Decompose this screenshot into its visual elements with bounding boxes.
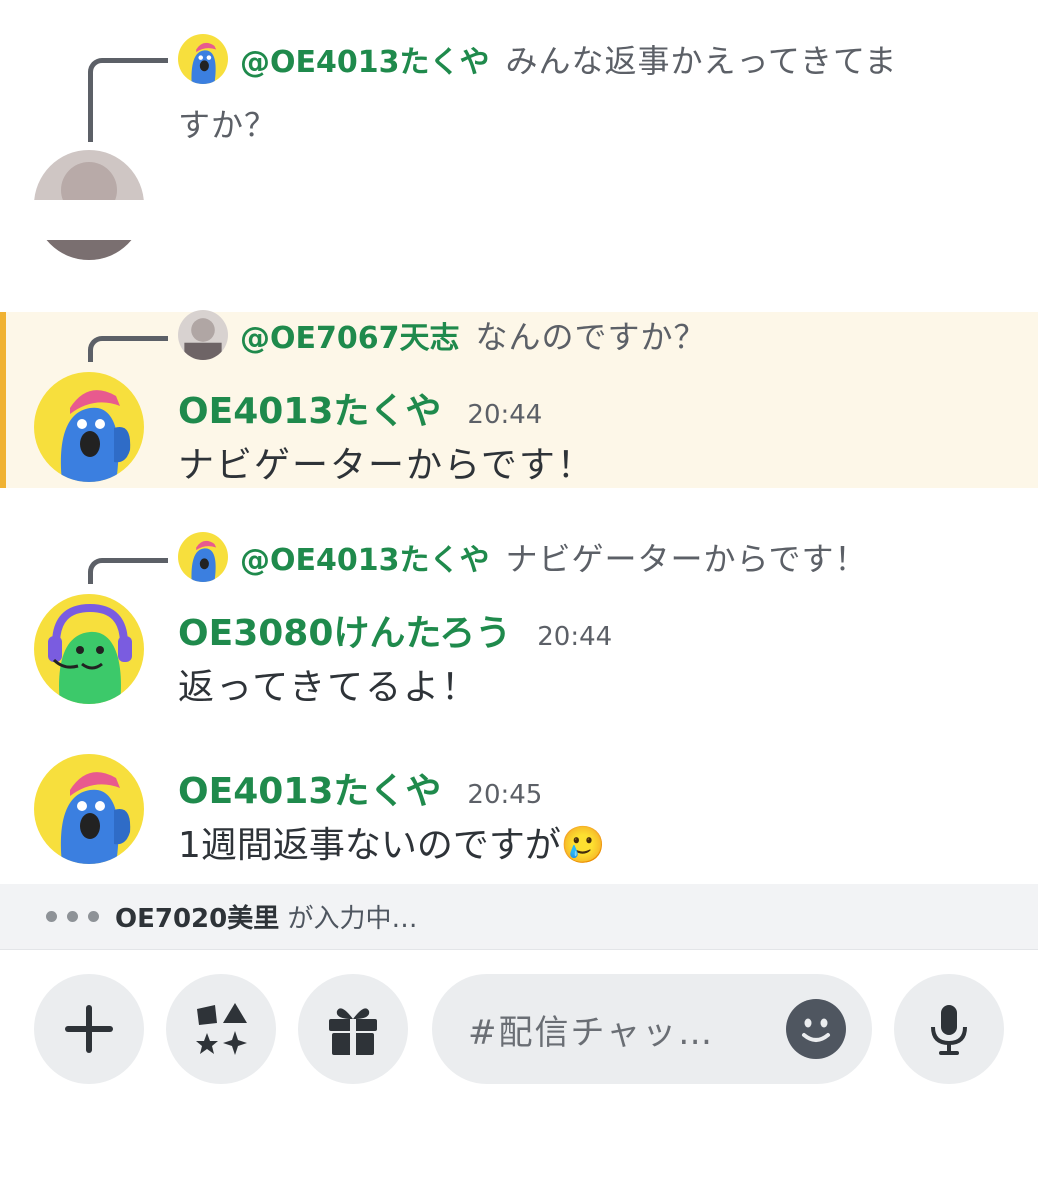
author-name[interactable]: OE4013たくや bbox=[178, 762, 441, 814]
reply-mention[interactable]: @OE4013たくや bbox=[240, 535, 490, 579]
message-text-content: 1週間返事ないのですが bbox=[178, 825, 561, 866]
reply-text-continued: すか？ bbox=[178, 106, 278, 144]
emoji-icon bbox=[802, 1018, 830, 1042]
gift-icon bbox=[329, 1008, 377, 1055]
apps-icon bbox=[196, 1003, 247, 1055]
typing-dots-icon bbox=[46, 911, 99, 922]
gift-button[interactable] bbox=[298, 974, 408, 1084]
crying-smile-emoji: 🥲 bbox=[560, 825, 606, 866]
plus-icon bbox=[65, 1005, 113, 1053]
message-input[interactable]: #配信チャッ… bbox=[432, 974, 872, 1084]
apps-button[interactable] bbox=[166, 974, 276, 1084]
reply-mention[interactable]: @OE7067天志 bbox=[240, 313, 460, 357]
reply-preview[interactable]: @OE7067天志 なんのですか？ bbox=[178, 310, 707, 360]
photo-avatar-icon bbox=[178, 310, 228, 360]
message-text: 1週間返事ないのですが🥲 bbox=[178, 816, 606, 868]
reply-connector bbox=[88, 558, 168, 584]
author-name[interactable]: OE4013たくや bbox=[178, 382, 441, 434]
user-avatar[interactable] bbox=[34, 372, 144, 482]
message-text: 返ってきてるよ！ bbox=[178, 667, 480, 708]
message-header: OE4013たくや 20:44 bbox=[178, 382, 542, 434]
reply-connector bbox=[88, 58, 168, 142]
add-attachment-button[interactable] bbox=[34, 974, 144, 1084]
emoji-button[interactable] bbox=[786, 999, 846, 1059]
user-avatar[interactable] bbox=[34, 754, 144, 864]
message-text: ナビゲーターからです！ bbox=[178, 445, 595, 486]
reply-avatar bbox=[178, 532, 228, 582]
message-input-placeholder: #配信チャッ… bbox=[468, 1012, 715, 1053]
timestamp: 20:45 bbox=[467, 780, 543, 810]
typing-user: OE7020美里 bbox=[115, 904, 280, 934]
blue-character-avatar-icon bbox=[34, 372, 144, 482]
reply-text: なんのですか？ bbox=[475, 318, 707, 356]
user-avatar[interactable] bbox=[34, 594, 144, 704]
reply-mention[interactable]: @OE4013たくや bbox=[240, 37, 490, 81]
reply-text: ナビゲーターからです！ bbox=[505, 540, 868, 578]
typing-indicator: OE7020美里 が入力中… bbox=[0, 884, 1038, 950]
blue-character-avatar-icon bbox=[178, 34, 228, 84]
reply-text: みんな返事かえってきてま bbox=[505, 42, 898, 80]
green-character-avatar-icon bbox=[34, 594, 144, 704]
reply-connector bbox=[88, 336, 168, 362]
reply-preview[interactable]: @OE4013たくや ナビゲーターからです！ bbox=[178, 532, 868, 582]
voice-message-button[interactable] bbox=[894, 974, 1004, 1084]
microphone-icon bbox=[931, 1005, 967, 1055]
blue-character-avatar-icon bbox=[34, 754, 144, 864]
timestamp: 20:44 bbox=[467, 400, 543, 430]
obscured-overlay bbox=[34, 200, 454, 240]
reply-avatar bbox=[178, 34, 228, 84]
reply-avatar bbox=[178, 310, 228, 360]
message-header: OE3080けんたろう 20:44 bbox=[178, 604, 612, 656]
reply-preview[interactable]: @OE4013たくや みんな返事かえってきてま bbox=[178, 34, 897, 84]
message-header: OE4013たくや 20:45 bbox=[178, 762, 542, 814]
blue-character-avatar-icon bbox=[178, 532, 228, 582]
typing-suffix: が入力中… bbox=[279, 904, 418, 934]
author-name[interactable]: OE3080けんたろう bbox=[178, 604, 511, 656]
message-composer: #配信チャッ… bbox=[0, 974, 1038, 1084]
typing-text: OE7020美里 が入力中… bbox=[115, 898, 418, 935]
timestamp: 20:44 bbox=[537, 622, 613, 652]
